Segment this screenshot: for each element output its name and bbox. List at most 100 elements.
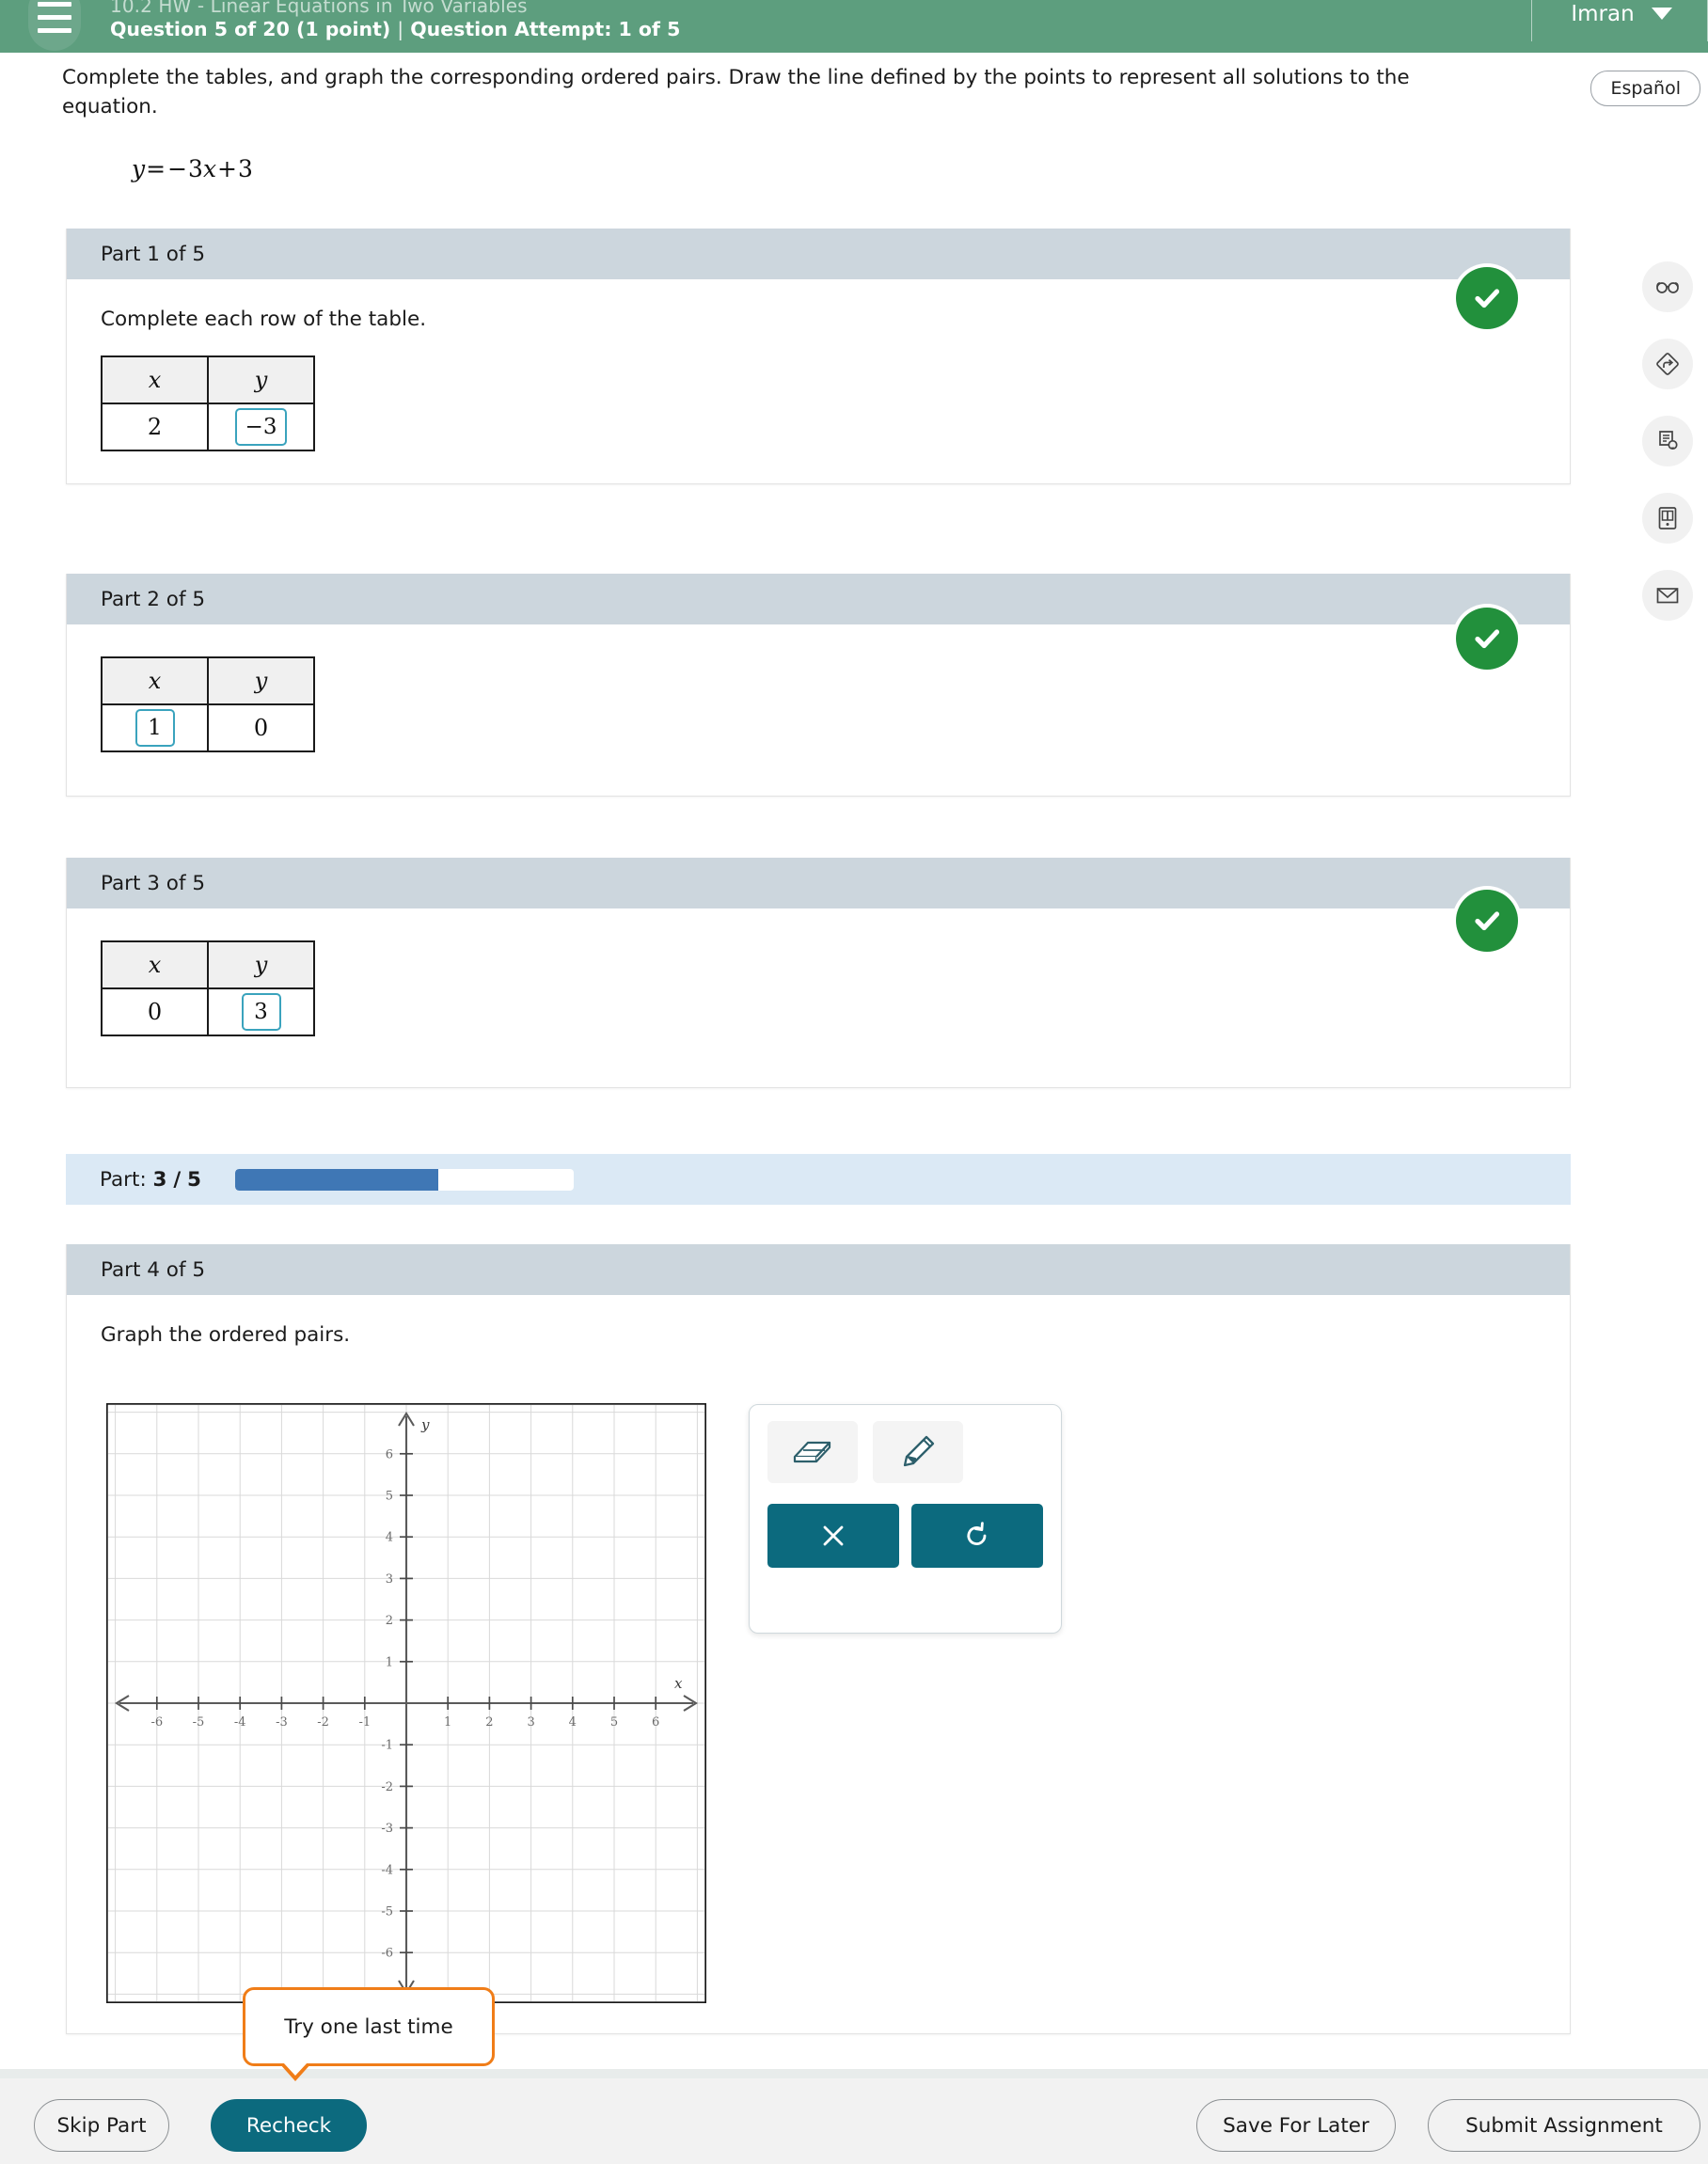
part-4-prompt: Graph the ordered pairs. [101, 1323, 351, 1347]
cell-x-input-wrapper: 1 [101, 703, 209, 752]
cell-y-input-wrapper: 3 [207, 987, 315, 1036]
equation-variable: x [202, 155, 217, 182]
clear-graph-button[interactable] [767, 1504, 899, 1568]
pencil-tool-button[interactable] [873, 1421, 963, 1483]
x-axis-tick-label: 1 [444, 1715, 451, 1730]
hamburger-icon-bar [38, 27, 71, 33]
question-statement: Complete the tables, and graph the corre… [62, 66, 1410, 118]
column-header-x: x [101, 656, 209, 705]
table-header-row: x y [101, 940, 315, 989]
part-2-title: Part 2 of 5 [67, 574, 1570, 624]
progress-label: Part: 3 / 5 [100, 1168, 201, 1192]
progress-slash: / [173, 1167, 182, 1192]
eraser-icon [793, 1441, 831, 1463]
answer-input-part-1[interactable]: −3 [234, 408, 288, 446]
part-progress-strip: Part: 3 / 5 [66, 1154, 1571, 1205]
rail-item-navigate[interactable] [1642, 339, 1693, 389]
equation-plus: + [217, 155, 237, 182]
table-header-row: x y [101, 656, 315, 705]
hamburger-icon-bar [38, 1, 71, 7]
save-for-later-button[interactable]: Save For Later [1196, 2099, 1396, 2152]
x-axis-tick-label: -4 [234, 1715, 246, 1730]
rail-item-hint[interactable] [1642, 416, 1693, 466]
chevron-down-icon [1651, 8, 1672, 20]
x-axis-tick-label: -2 [317, 1715, 329, 1730]
x-axis-tick-label: 2 [485, 1715, 493, 1730]
coordinate-grid-canvas[interactable]: -6 -5 -4 -3 -2 -1 1 2 3 4 5 6 6 5 4 3 2 1 -1 -2 -3 -4 -5 -6 y x [106, 1403, 706, 2003]
y-axis-tick-label: -4 [381, 1863, 393, 1877]
equation-constant: 3 [238, 155, 253, 182]
status-badge-part-3 [1456, 890, 1518, 952]
column-header-y: y [207, 656, 315, 705]
status-badge-part-1 [1456, 267, 1518, 329]
language-toggle-button[interactable]: Español [1590, 71, 1700, 106]
equation-lhs: y [132, 155, 146, 182]
cell-x-value: 0 [101, 987, 209, 1036]
check-circle-icon [1475, 289, 1500, 308]
app-header: 10.2 HW - Linear Equations in Two Variab… [0, 0, 1708, 53]
part-card-2: Part 2 of 5 x y 1 0 [66, 574, 1571, 797]
y-axis-tick-label: -2 [381, 1780, 393, 1794]
x-axis-tick-label: 6 [652, 1715, 659, 1730]
question-status-line: Question 5 of 20 (1 point) | Question Atte… [110, 18, 680, 40]
hamburger-menu-button[interactable] [28, 0, 81, 51]
answer-input-part-3[interactable]: 3 [241, 993, 281, 1031]
graph-tool-panel [749, 1404, 1062, 1634]
direction-diamond-icon [1656, 353, 1679, 375]
undo-button[interactable] [911, 1504, 1043, 1568]
x-axis-label: x [674, 1675, 683, 1692]
question-attempt-label: Question Attempt: 1 of 5 [410, 18, 681, 40]
rail-item-reference[interactable] [1642, 261, 1693, 312]
progress-track [235, 1168, 575, 1191]
part-1-table: x y 2 −3 [101, 355, 315, 451]
mail-envelope-icon [1656, 588, 1679, 604]
eraser-tool-button[interactable] [767, 1421, 858, 1483]
y-axis-label: y [420, 1416, 430, 1433]
user-name-label: Imran [1571, 1, 1635, 26]
x-axis-tick-label: -1 [358, 1715, 371, 1730]
submit-assignment-button[interactable]: Submit Assignment [1428, 2099, 1700, 2152]
utility-icon-rail [1642, 261, 1693, 621]
coordinate-grid-svg: -6 -5 -4 -3 -2 -1 1 2 3 4 5 6 6 5 4 3 2 1 -1 -2 -3 -4 -5 -6 y x [106, 1403, 706, 2003]
x-axis-tick-label: -5 [193, 1715, 205, 1730]
y-axis-tick-label: 5 [386, 1490, 393, 1504]
part-1-prompt: Complete each row of the table. [101, 308, 427, 331]
skip-part-button[interactable]: Skip Part [34, 2099, 169, 2152]
tool-row-modes [767, 1421, 1043, 1483]
x-axis-tick-label: -3 [276, 1715, 288, 1730]
table-row: 0 3 [101, 987, 315, 1036]
recheck-button[interactable]: Recheck [211, 2099, 367, 2152]
page-root: 10.2 HW - Linear Equations in Two Variab… [0, 0, 1708, 2164]
x-axis-tick-label: 3 [527, 1715, 534, 1730]
hint-lightbulb-icon [1659, 431, 1678, 450]
part-1-body: Complete each row of the table. x y 2 −3 [67, 279, 1570, 483]
part-4-title: Part 4 of 5 [67, 1244, 1570, 1295]
equation-coefficient: 3 [188, 155, 203, 182]
tool-row-actions [767, 1504, 1043, 1568]
table-row: 2 −3 [101, 403, 315, 451]
check-circle-icon [1475, 911, 1500, 931]
status-badge-part-2 [1456, 608, 1518, 670]
user-menu-button[interactable]: Imran [1531, 0, 1708, 41]
answer-input-part-2[interactable]: 1 [134, 709, 175, 747]
equation-sign: − [167, 155, 188, 182]
column-header-y: y [207, 355, 315, 404]
part-1-title: Part 1 of 5 [67, 229, 1570, 279]
progress-total: 5 [187, 1167, 202, 1192]
part-2-body: x y 1 0 [67, 624, 1570, 796]
part-card-1: Part 1 of 5 Complete each row of the tab… [66, 229, 1571, 484]
feedback-callout: Try one last time [243, 1987, 495, 2081]
undo-arrow-icon [967, 1522, 987, 1545]
column-header-x: x [101, 940, 209, 989]
cell-x-value: 2 [101, 403, 209, 451]
check-circle-icon [1475, 629, 1500, 649]
header-separator: | [397, 18, 404, 40]
assignment-title: 10.2 HW - Linear Equations in Two Variab… [110, 0, 528, 17]
y-axis-tick-label: -1 [381, 1739, 393, 1753]
x-axis-tick-label: 5 [610, 1715, 618, 1730]
equation-equals: = [146, 155, 166, 182]
rail-item-message[interactable] [1642, 570, 1693, 621]
rail-item-ebook[interactable] [1642, 493, 1693, 544]
question-number-label: Question 5 of 20 (1 point) [110, 18, 391, 40]
column-header-y: y [207, 940, 315, 989]
